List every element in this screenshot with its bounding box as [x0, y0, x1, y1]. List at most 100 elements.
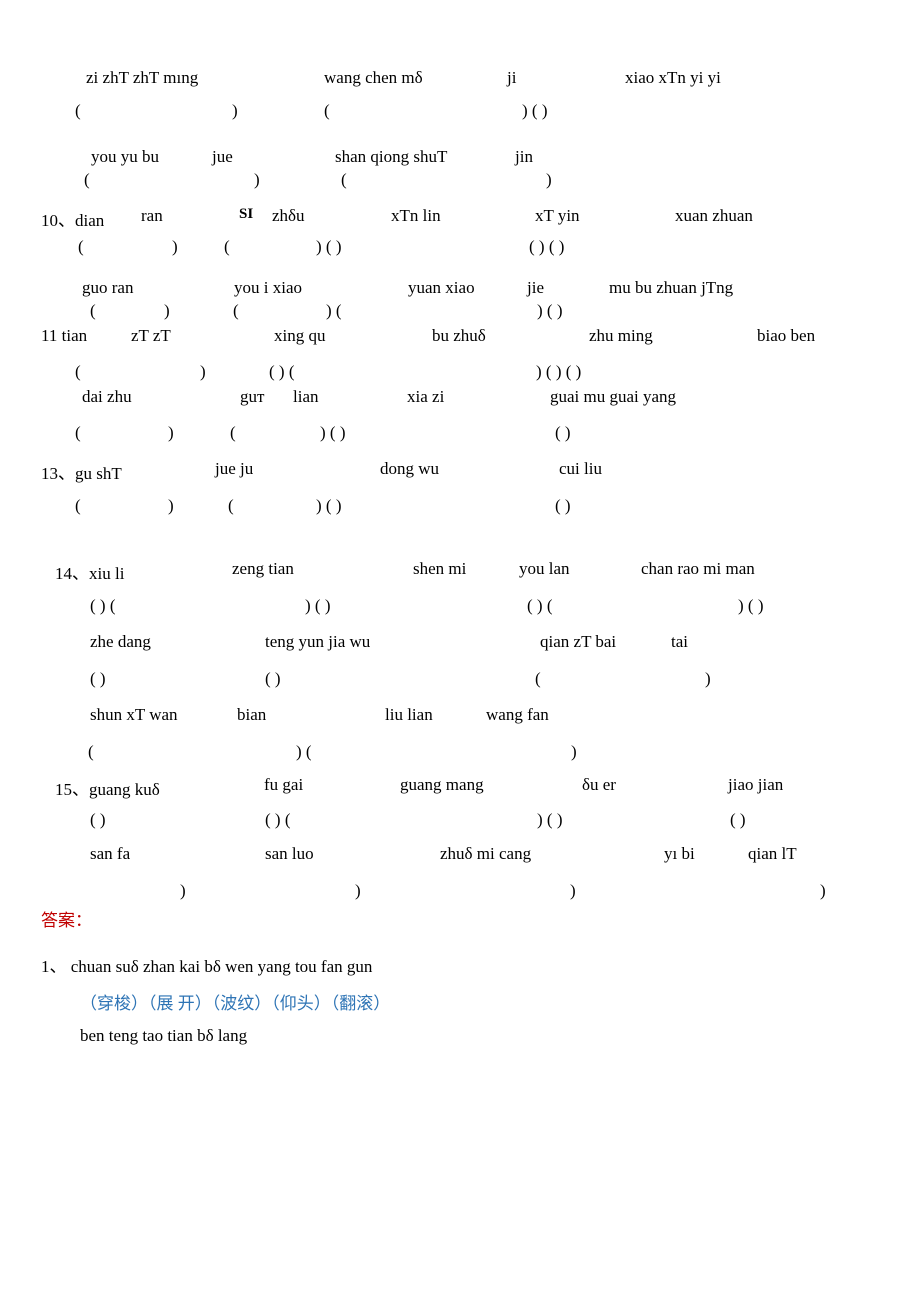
- text-run: ) (: [296, 742, 312, 762]
- text-run: dai zhu: [82, 387, 132, 407]
- text-run: guт: [240, 387, 264, 407]
- text-run: xing qu: [274, 326, 325, 346]
- text-run: ( ) ( ): [529, 237, 564, 257]
- text-run: (: [75, 423, 81, 443]
- text-run: jiao jian: [728, 775, 783, 795]
- text-run: ( ): [730, 810, 746, 830]
- text-run: ) (: [326, 301, 342, 321]
- text-run: jie: [527, 278, 544, 298]
- text-run: ) ( ): [537, 301, 562, 321]
- text-run: xuan zhuan: [675, 206, 753, 226]
- text-run: qian lT: [748, 844, 797, 864]
- text-run: ) ( ) ( ): [536, 362, 581, 382]
- text-run: ): [172, 237, 178, 257]
- text-run: ): [164, 301, 170, 321]
- text-run: 1、 chuan suδ zhan kai bδ wen yang tou fa…: [41, 952, 372, 977]
- text-run: ( ) (: [269, 362, 294, 382]
- text-run: ( ): [555, 423, 571, 443]
- text-run: you lan: [519, 559, 570, 579]
- text-run: ) ( ): [738, 596, 763, 616]
- text-run: (: [90, 301, 96, 321]
- text-run: jin: [515, 147, 533, 167]
- text-run: (: [228, 496, 234, 516]
- text-run: liu lian: [385, 705, 433, 725]
- text-run: guai mu guai yang: [550, 387, 676, 407]
- text-run: bu zhuδ: [432, 326, 486, 346]
- text-run: bian: [237, 705, 266, 725]
- text-run: (: [75, 101, 81, 121]
- text-run: shun xT wan: [90, 705, 178, 725]
- text-run: (: [78, 237, 84, 257]
- text-run: zi zhT zhT mıng: [86, 68, 198, 88]
- text-run: ): [254, 170, 260, 190]
- text-run: ( ): [555, 496, 571, 516]
- text-run: you yu bu: [91, 147, 159, 167]
- text-run: (: [230, 423, 236, 443]
- text-run: san fa: [90, 844, 130, 864]
- text-run: ( ) (: [265, 810, 290, 830]
- text-run: mu bu zhuan jTng: [609, 278, 733, 298]
- text-run: ) ( ): [305, 596, 330, 616]
- text-run: jue: [212, 147, 233, 167]
- text-run: (: [75, 362, 81, 382]
- text-run: (: [324, 101, 330, 121]
- text-run: biao ben: [757, 326, 815, 346]
- text-run: wang chen mδ: [324, 68, 423, 88]
- text-run: lian: [293, 387, 319, 407]
- text-run: (: [75, 496, 81, 516]
- text-run: (: [224, 237, 230, 257]
- text-run: ben teng tao tian bδ lang: [80, 1026, 247, 1046]
- text-run: ): [355, 881, 361, 901]
- text-run: zhδu: [272, 206, 305, 226]
- text-run: ): [168, 496, 174, 516]
- text-run: δu er: [582, 775, 616, 795]
- text-run: ( ) (: [90, 596, 115, 616]
- text-run: ) ( ): [522, 101, 547, 121]
- text-run: ): [200, 362, 206, 382]
- text-run: (: [84, 170, 90, 190]
- text-run: zhe dang: [90, 632, 151, 652]
- text-run: 15、guang kuδ: [55, 775, 160, 800]
- text-run: zhuδ mi cang: [440, 844, 531, 864]
- text-run: ( ): [90, 810, 106, 830]
- text-run: tai: [671, 632, 688, 652]
- text-run: jue ju: [215, 459, 253, 479]
- text-run: ( ) (: [527, 596, 552, 616]
- text-run: ( ): [90, 669, 106, 689]
- text-run: teng yun jia wu: [265, 632, 370, 652]
- text-run: ) ( ): [537, 810, 562, 830]
- text-run: ): [571, 742, 577, 762]
- text-run: cui liu: [559, 459, 602, 479]
- text-run: yı bi: [664, 844, 695, 864]
- text-run: zeng tian: [232, 559, 294, 579]
- text-run: zT zT: [131, 326, 171, 346]
- text-run: 13、gu shT: [41, 459, 122, 484]
- text-run: guo ran: [82, 278, 133, 298]
- text-run: ): [232, 101, 238, 121]
- text-run: ( ): [265, 669, 281, 689]
- text-run: 10、dian: [41, 206, 104, 231]
- text-run: SI: [239, 206, 253, 223]
- text-run: 答案：: [41, 906, 92, 931]
- text-run: ): [820, 881, 826, 901]
- text-run: you i xiao: [234, 278, 302, 298]
- text-run: ): [546, 170, 552, 190]
- text-run: ): [168, 423, 174, 443]
- text-run: 14、xiu li: [55, 559, 124, 584]
- document-page: zi zhT zhT mıngwang chen mδjixiao xTn yi…: [0, 0, 920, 1301]
- text-run: ): [180, 881, 186, 901]
- text-run: xTn lin: [391, 206, 441, 226]
- text-run: ) ( ): [316, 496, 341, 516]
- text-run: （穿梭）（展 开）（波纹）（仰头）（翻滚）: [80, 989, 390, 1014]
- text-run: shan qiong shuT: [335, 147, 447, 167]
- text-run: shen mi: [413, 559, 466, 579]
- text-run: guang mang: [400, 775, 484, 795]
- text-run: 11 tian: [41, 326, 87, 346]
- text-run: ) ( ): [320, 423, 345, 443]
- text-run: ji: [507, 68, 516, 88]
- text-run: (: [535, 669, 541, 689]
- text-run: (: [341, 170, 347, 190]
- text-run: xia zi: [407, 387, 444, 407]
- text-run: zhu ming: [589, 326, 653, 346]
- text-run: ): [570, 881, 576, 901]
